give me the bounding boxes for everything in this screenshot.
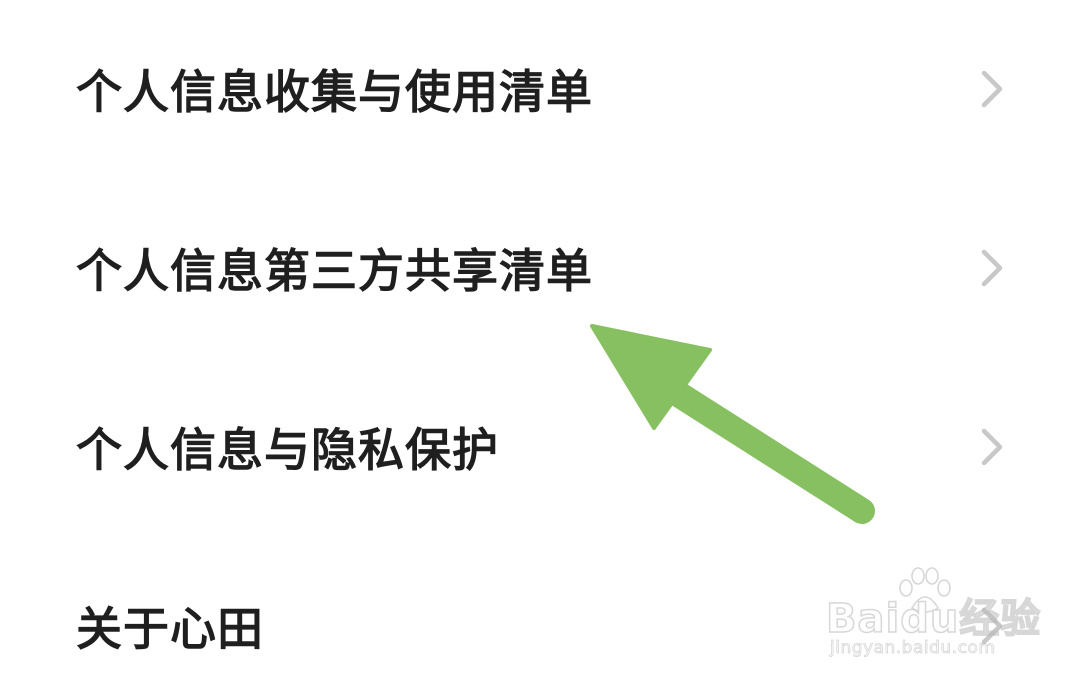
menu-item-about[interactable]: 关于心田 [0,541,1080,684]
settings-screen: 个人信息收集与使用清单 个人信息第三方共享清单 个人信息与隐私保护 关于心田 B… [0,0,1080,684]
chevron-right-icon [981,70,1003,108]
menu-item-label: 个人信息第三方共享清单 [76,244,593,298]
chevron-right-icon [981,428,1003,466]
settings-menu-list: 个人信息收集与使用清单 个人信息第三方共享清单 个人信息与隐私保护 关于心田 [0,0,1080,684]
menu-item-collection-list[interactable]: 个人信息收集与使用清单 [0,4,1080,174]
chevron-right-icon [981,249,1003,287]
menu-item-label: 个人信息与隐私保护 [76,423,499,477]
menu-item-label: 关于心田 [76,602,264,656]
menu-item-privacy-protection[interactable]: 个人信息与隐私保护 [0,362,1080,532]
menu-item-label: 个人信息收集与使用清单 [76,65,593,119]
menu-item-third-party-sharing-list[interactable]: 个人信息第三方共享清单 [0,183,1080,353]
chevron-right-icon [981,607,1003,645]
